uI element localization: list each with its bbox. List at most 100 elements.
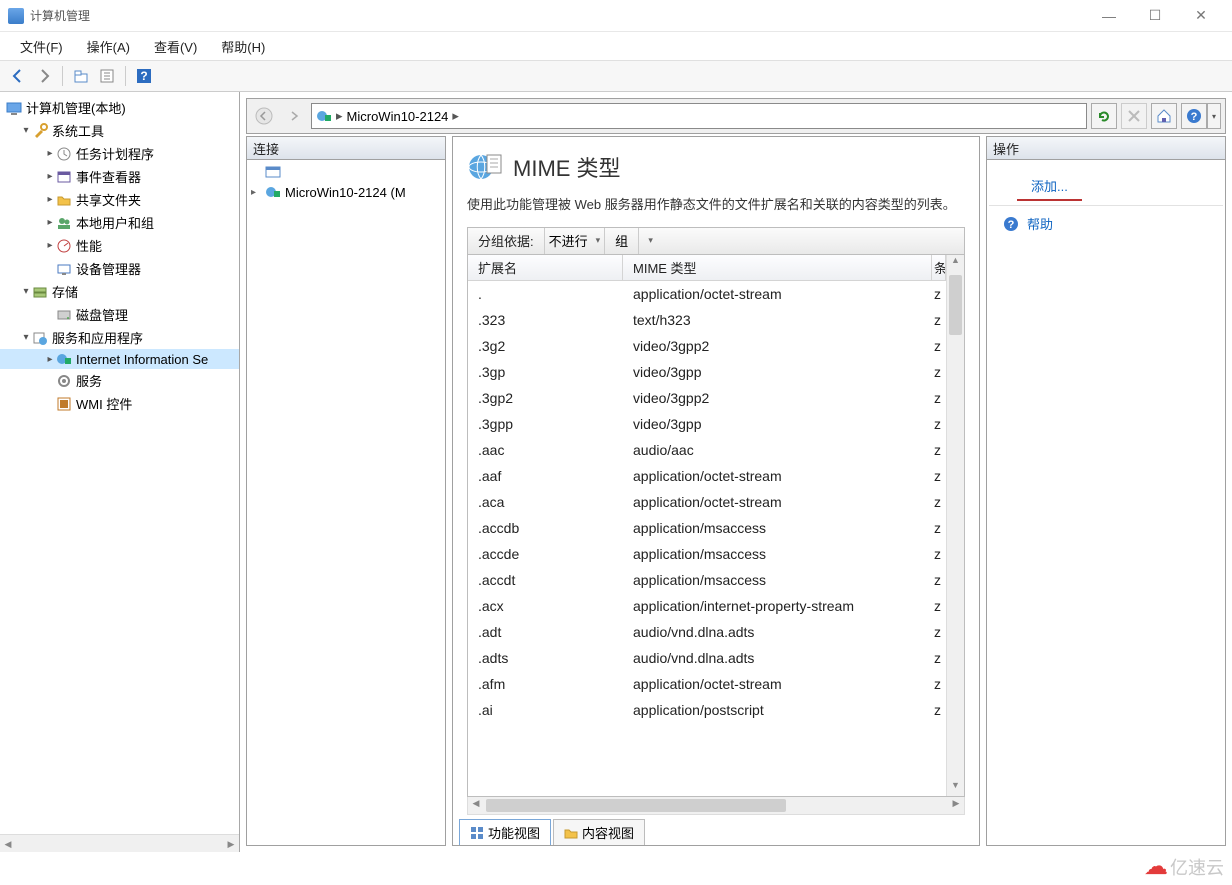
home-button[interactable] — [1151, 103, 1177, 129]
table-row[interactable]: .aafapplication/octet-streamz — [468, 463, 946, 489]
properties-button[interactable] — [95, 64, 119, 88]
tree-root[interactable]: 计算机管理(本地) — [0, 96, 239, 119]
table-row[interactable]: .aiapplication/postscriptz — [468, 697, 946, 723]
back-button[interactable] — [6, 64, 30, 88]
conn-server[interactable]: ▸ MicroWin10-2124 (M — [247, 182, 445, 202]
feature-pane: MIME 类型 使用此功能管理被 Web 服务器用作静态文件的文件扩展名和关联的… — [452, 136, 980, 846]
addr-forward-button[interactable] — [281, 103, 307, 129]
col-mimetype[interactable]: MIME 类型 — [623, 255, 932, 280]
menu-view[interactable]: 查看(V) — [142, 35, 209, 58]
table-row[interactable]: .accdtapplication/msaccessz — [468, 567, 946, 593]
chevron-down-icon[interactable]: ▾ — [20, 125, 32, 136]
menu-action[interactable]: 操作(A) — [75, 35, 142, 58]
maximize-button[interactable]: ☐ — [1132, 0, 1178, 32]
chevron-right-icon[interactable]: ▸ — [44, 240, 56, 251]
address-input[interactable]: ▸ MicroWin10-2124 ▸ — [311, 103, 1087, 129]
scroll-right-icon[interactable]: ▶ — [948, 798, 964, 809]
cell-ext: .aac — [468, 437, 623, 463]
chevron-right-icon[interactable]: ▸ — [44, 217, 56, 228]
left-hscroll[interactable]: ◀ ▶ — [0, 834, 239, 852]
iis-start-icon — [265, 164, 281, 180]
scroll-thumb[interactable] — [486, 799, 786, 812]
scroll-thumb[interactable] — [949, 275, 962, 335]
cell-inh: z — [932, 489, 946, 515]
minimize-button[interactable]: — — [1086, 0, 1132, 32]
chevron-down-icon[interactable]: ▾ — [20, 332, 32, 343]
breadcrumb-sep-icon[interactable]: ▸ — [336, 108, 343, 124]
toolbar-dropdown[interactable]: ▾ — [638, 228, 662, 254]
cell-ext: .accdt — [468, 567, 623, 593]
tree-servicesapps[interactable]: ▾ 服务和应用程序 — [0, 326, 239, 349]
tree-iis[interactable]: ▸ Internet Information Se — [0, 349, 239, 369]
chevron-right-icon[interactable]: ▸ — [44, 194, 56, 205]
scroll-left-icon[interactable]: ◀ — [0, 836, 16, 852]
groupby-select[interactable]: 不进行 ▾ — [544, 228, 605, 254]
forward-button[interactable] — [32, 64, 56, 88]
tree-devmgr[interactable]: 设备管理器 — [0, 257, 239, 280]
menu-file[interactable]: 文件(F) — [8, 35, 75, 58]
group-button[interactable]: 组 — [604, 228, 638, 254]
breadcrumb-sep-icon[interactable]: ▸ — [452, 108, 459, 124]
action-add[interactable]: 添加... — [1017, 170, 1082, 201]
table-row[interactable]: .aacaudio/aacz — [468, 437, 946, 463]
chevron-right-icon[interactable]: ▸ — [44, 171, 56, 182]
mmc-tree-pane: 计算机管理(本地) ▾ 系统工具 ▸ 任务计划程序 ▸ 事件查看器 ▸ 共享文件… — [0, 92, 240, 852]
help-button[interactable]: ? — [132, 64, 156, 88]
mime-vscroll[interactable]: ▲ ▼ — [946, 255, 964, 797]
tree-systools[interactable]: ▾ 系统工具 — [0, 119, 239, 142]
tree-wmi[interactable]: WMI 控件 — [0, 392, 239, 415]
tree-eventviewer[interactable]: ▸ 事件查看器 — [0, 165, 239, 188]
table-row[interactable]: .adtsaudio/vnd.dlna.adtsz — [468, 645, 946, 671]
tree-storage[interactable]: ▾ 存储 — [0, 280, 239, 303]
menu-help[interactable]: 帮助(H) — [209, 35, 277, 58]
table-row[interactable]: .3gp2video/3gpp2z — [468, 385, 946, 411]
cell-inh: z — [932, 593, 946, 619]
col-inherited[interactable]: 条 — [932, 255, 946, 280]
table-row[interactable]: .3g2video/3gpp2z — [468, 333, 946, 359]
iis-help-button[interactable]: ? — [1181, 103, 1207, 129]
scroll-right-icon[interactable]: ▶ — [223, 836, 239, 852]
tree-localusers[interactable]: ▸ 本地用户和组 — [0, 211, 239, 234]
table-row[interactable]: .323text/h323z — [468, 307, 946, 333]
chevron-right-icon[interactable]: ▸ — [44, 354, 56, 365]
conn-start-page[interactable] — [247, 162, 445, 182]
col-extension[interactable]: 扩展名 — [468, 255, 623, 280]
chevron-down-icon[interactable]: ▾ — [20, 286, 32, 297]
up-button[interactable] — [69, 64, 93, 88]
tree-diskmgmt[interactable]: 磁盘管理 — [0, 303, 239, 326]
tree-taskscheduler[interactable]: ▸ 任务计划程序 — [0, 142, 239, 165]
table-row[interactable]: .application/octet-streamz — [468, 281, 946, 307]
cell-inh: z — [932, 541, 946, 567]
refresh-button[interactable] — [1091, 103, 1117, 129]
breadcrumb-server[interactable]: MicroWin10-2124 — [347, 109, 449, 124]
tree-shared[interactable]: ▸ 共享文件夹 — [0, 188, 239, 211]
scroll-down-icon[interactable]: ▼ — [947, 780, 964, 796]
tab-content-view[interactable]: 内容视图 — [553, 819, 645, 845]
chevron-right-icon[interactable]: ▸ — [44, 148, 56, 159]
table-row[interactable]: .acaapplication/octet-streamz — [468, 489, 946, 515]
table-row[interactable]: .accdeapplication/msaccessz — [468, 541, 946, 567]
table-row[interactable]: .acxapplication/internet-property-stream… — [468, 593, 946, 619]
scroll-up-icon[interactable]: ▲ — [947, 255, 964, 271]
cell-ext: .accde — [468, 541, 623, 567]
cell-ext: .3gpp — [468, 411, 623, 437]
action-help[interactable]: ? 帮助 — [989, 208, 1223, 239]
tab-feature-view[interactable]: 功能视图 — [459, 819, 551, 845]
table-row[interactable]: .3gppvideo/3gppz — [468, 411, 946, 437]
table-row[interactable]: .accdbapplication/msaccessz — [468, 515, 946, 541]
close-button[interactable]: ✕ — [1178, 0, 1224, 32]
scroll-left-icon[interactable]: ◀ — [468, 798, 484, 809]
iis-help-dropdown[interactable]: ▾ — [1207, 103, 1221, 129]
mime-hscroll[interactable]: ◀ ▶ — [467, 797, 965, 815]
cell-inh: z — [932, 359, 946, 385]
mime-feature-icon — [467, 149, 503, 185]
addr-back-button[interactable] — [251, 103, 277, 129]
table-row[interactable]: .3gpvideo/3gppz — [468, 359, 946, 385]
chevron-right-icon[interactable]: ▸ — [251, 187, 261, 198]
tree-perf[interactable]: ▸ 性能 — [0, 234, 239, 257]
table-row[interactable]: .adtaudio/vnd.dlna.adtsz — [468, 619, 946, 645]
stop-button[interactable] — [1121, 103, 1147, 129]
groupby-label: 分组依据: — [468, 231, 544, 250]
table-row[interactable]: .afmapplication/octet-streamz — [468, 671, 946, 697]
tree-services[interactable]: 服务 — [0, 369, 239, 392]
